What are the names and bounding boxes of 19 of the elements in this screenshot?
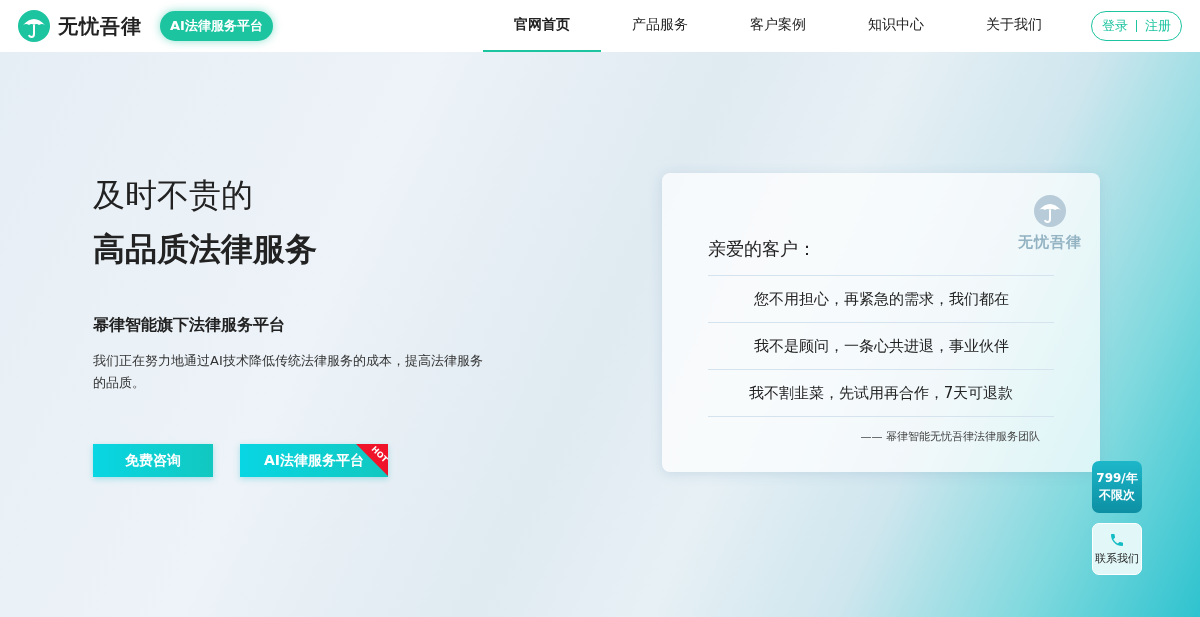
- nav-tab[interactable]: 客户案例: [718, 0, 837, 52]
- umbrella-watermark-icon: [1034, 195, 1066, 227]
- hero-description: 我们正在努力地通过AI技术降低传统法律服务的成本，提高法律服务的品质。: [93, 352, 484, 392]
- nav-tab[interactable]: 关于我们: [954, 0, 1073, 52]
- card-greeting: 亲爱的客户：: [708, 237, 816, 261]
- card-signature: —— 幂律智能无忧吾律法律服务团队: [708, 416, 1054, 444]
- hero-subtitle: 幂律智能旗下法律服务平台: [93, 315, 286, 336]
- hero-title: 高品质法律服务: [93, 229, 318, 270]
- umbrella-logo-icon: [18, 10, 50, 42]
- contact-button[interactable]: 联系我们: [1092, 523, 1142, 575]
- hero-title: 及时不贵的: [93, 175, 254, 216]
- card-line: 我不割韭菜，先试用再合作，7天可退款: [708, 369, 1054, 416]
- card-line: 我不是顾问，一条心共进退，事业伙伴: [708, 322, 1054, 369]
- phone-icon: [1109, 532, 1125, 548]
- nav-tab[interactable]: 产品服务: [600, 0, 719, 52]
- watermark-text: 无忧吾律: [1018, 233, 1082, 252]
- logo-text[interactable]: 无忧吾律: [58, 12, 142, 40]
- card-line: 您不用担心，再紧急的需求，我们都在: [708, 275, 1054, 322]
- nav-tab[interactable]: 知识中心: [836, 0, 955, 52]
